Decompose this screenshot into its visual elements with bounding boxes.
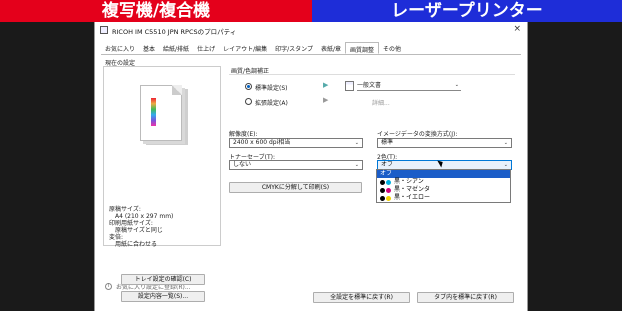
- option-label: 黒・マゼンタ: [394, 186, 431, 193]
- standard-radio[interactable]: [245, 83, 252, 90]
- chevron-down-icon: ⌄: [503, 162, 508, 168]
- tab-favorites[interactable]: お気に入り: [101, 42, 139, 54]
- extended-radio[interactable]: [245, 98, 252, 105]
- two-color-value: オフ: [381, 161, 394, 168]
- info-original-size-label: 原稿サイズ:: [109, 206, 141, 213]
- window-title: RICOH IM C5510 JPN RPCSのプロパティ: [112, 28, 237, 36]
- two-color-option-black-yellow[interactable]: 黒・イエロー: [377, 194, 510, 202]
- cmyk-separation-button[interactable]: CMYKに分解して印刷(S): [229, 182, 362, 193]
- black-dot-icon: [380, 179, 385, 185]
- paper-fold: [172, 85, 182, 95]
- magenta-dot-icon: [386, 187, 391, 193]
- banner-right: レーザープリンター: [312, 0, 622, 22]
- tab-other[interactable]: その他: [379, 42, 405, 54]
- toner-save-value: しない: [233, 161, 252, 168]
- reset-all-button[interactable]: 全設定を標準に戻す(R): [313, 292, 410, 303]
- paper-preview: [140, 85, 182, 141]
- play-arrow-icon: ▶: [323, 81, 329, 89]
- info-print-size: 原稿サイズと同じ: [115, 227, 163, 234]
- option-label: 黒・イエロー: [394, 194, 430, 201]
- toner-save-select[interactable]: しない ⌄: [229, 160, 363, 170]
- reset-tab-button[interactable]: タブ内を標準に戻す(R): [417, 292, 514, 303]
- document-icon: [345, 81, 354, 91]
- check-tray-button[interactable]: トレイ設定の確認(C): [121, 274, 205, 285]
- detail-link[interactable]: 詳細...: [372, 98, 390, 107]
- printer-properties-dialog: RICOH IM C5510 JPN RPCSのプロパティ × お気に入り 基本…: [94, 22, 528, 311]
- two-color-option-off[interactable]: オフ: [377, 170, 510, 178]
- chevron-down-icon: ⌄: [354, 162, 359, 168]
- printer-icon: [100, 26, 108, 34]
- settings-summary: 原稿サイズ: A4 (210 x 297 mm) 印刷用紙サイズ: 原稿サイズと…: [109, 206, 173, 248]
- tab-stamp[interactable]: 印字/スタンプ: [271, 42, 317, 54]
- extended-label: 拡張設定(A): [255, 100, 288, 107]
- info-scale: 用紙に合わせる: [115, 241, 158, 248]
- resolution-select[interactable]: 2400 x 600 dpi相当 ⌄: [229, 138, 363, 148]
- option-label: オフ: [380, 170, 393, 177]
- two-color-option-black-cyan[interactable]: 黒・シアン: [377, 178, 510, 186]
- two-color-option-black-magenta[interactable]: 黒・マゼンタ: [377, 186, 510, 194]
- tab-finishing[interactable]: 仕上げ: [193, 42, 219, 54]
- option-label: 黒・シアン: [394, 178, 424, 185]
- image-method-label: イメージデータの変換方式(J):: [377, 131, 458, 138]
- play-arrow-icon: ▶: [323, 96, 329, 104]
- tab-divider: [101, 54, 521, 55]
- info-print-size-label: 印刷用紙サイズ:: [109, 220, 153, 227]
- standard-label: 標準設定(S): [255, 85, 288, 92]
- preview-panel: 現在の設定 原稿サイズ: A4 (210 x 297 mm) 印刷用紙サイズ: …: [103, 58, 221, 308]
- chevron-down-icon: ⌄: [354, 140, 359, 146]
- yellow-dot-icon: [386, 195, 391, 201]
- black-dot-icon: [380, 187, 385, 193]
- info-original-size: A4 (210 x 297 mm): [115, 213, 174, 220]
- tab-layout[interactable]: レイアウト/編集: [219, 42, 271, 54]
- info-icon: i: [105, 283, 112, 290]
- close-icon[interactable]: ×: [513, 24, 521, 34]
- chevron-down-icon: ⌄: [454, 82, 459, 88]
- resolution-label: 解像度(E):: [229, 131, 258, 138]
- image-method-select[interactable]: 標準 ⌄: [377, 138, 512, 148]
- resolution-value: 2400 x 600 dpi相当: [233, 139, 291, 146]
- tab-basic[interactable]: 基本: [139, 42, 159, 54]
- black-dot-icon: [380, 195, 385, 201]
- chevron-down-icon: ⌄: [503, 140, 508, 146]
- banner-left: 複写機/複合機: [0, 0, 312, 22]
- quality-group-divider: [229, 74, 515, 75]
- info-scale-label: 変倍:: [109, 234, 124, 241]
- standard-preset-select[interactable]: 一般文書 ⌄: [357, 81, 461, 91]
- cyan-dot-icon: [386, 179, 391, 185]
- image-method-value: 標準: [381, 139, 394, 146]
- tab-cover[interactable]: 表紙/章: [317, 42, 345, 54]
- standard-preset-value: 一般文書: [357, 82, 382, 89]
- title-bar: RICOH IM C5510 JPN RPCSのプロパティ ×: [95, 22, 527, 38]
- two-color-dropdown: オフ 黒・シアン 黒・マゼンタ 黒・イエロー: [376, 169, 511, 203]
- tab-quality[interactable]: 画質調整: [344, 42, 379, 54]
- color-bar: [151, 98, 156, 126]
- tab-bar: お気に入り 基本 給紙/排紙 仕上げ レイアウト/編集 印字/スタンプ 表紙/章…: [101, 42, 405, 54]
- tab-paper[interactable]: 給紙/排紙: [159, 42, 193, 54]
- settings-list-button[interactable]: 設定内容一覧(S)...: [121, 291, 205, 302]
